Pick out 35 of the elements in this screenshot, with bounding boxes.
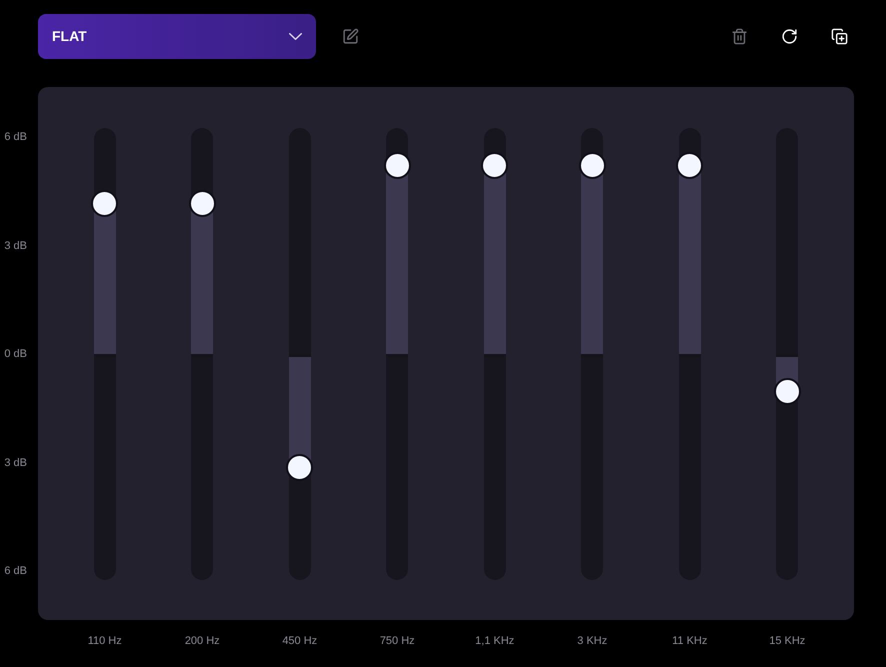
- band-label: 110 Hz: [88, 634, 122, 649]
- scale-label: 6 dB: [4, 130, 27, 144]
- slider-thumb[interactable]: [188, 190, 216, 217]
- slider-track[interactable]: [581, 128, 604, 580]
- slider-track[interactable]: [191, 128, 214, 580]
- reset-icon: [780, 28, 798, 45]
- slider-thumb[interactable]: [481, 152, 508, 180]
- slider-thumb[interactable]: [578, 152, 606, 180]
- edit-icon: [342, 28, 358, 45]
- band-label: 200 Hz: [184, 634, 220, 649]
- slider-thumb[interactable]: [384, 152, 411, 180]
- preset-dropdown[interactable]: FLAT: [38, 14, 316, 59]
- slider-thumb[interactable]: [286, 454, 314, 480]
- slider-track[interactable]: [678, 128, 701, 580]
- duplicate-icon: [830, 28, 848, 45]
- band-label: 750 Hz: [380, 634, 415, 649]
- slider-thumb[interactable]: [91, 190, 118, 217]
- scale-label: 3 dB: [4, 238, 27, 252]
- slider-track[interactable]: [94, 128, 116, 580]
- band-label: 3 KHz: [577, 634, 608, 649]
- slider-track[interactable]: [776, 128, 798, 580]
- slider-track[interactable]: [484, 128, 506, 580]
- band-label: 11 KHz: [672, 634, 708, 649]
- band-label: 15 KHz: [769, 634, 806, 649]
- scale-label: 3 dB: [4, 456, 27, 470]
- scale-label: 6 dB: [4, 564, 27, 578]
- band-label: 1,1 KHz: [475, 634, 514, 649]
- trash-icon: [730, 28, 748, 45]
- scale-label: 0 dB: [4, 347, 27, 361]
- slider-track[interactable]: [288, 128, 311, 580]
- chevron-icon: [289, 33, 302, 40]
- slider-thumb[interactable]: [774, 378, 801, 406]
- slider-track[interactable]: [386, 128, 408, 580]
- band-label: 450 Hz: [282, 634, 318, 649]
- slider-thumb[interactable]: [676, 152, 704, 180]
